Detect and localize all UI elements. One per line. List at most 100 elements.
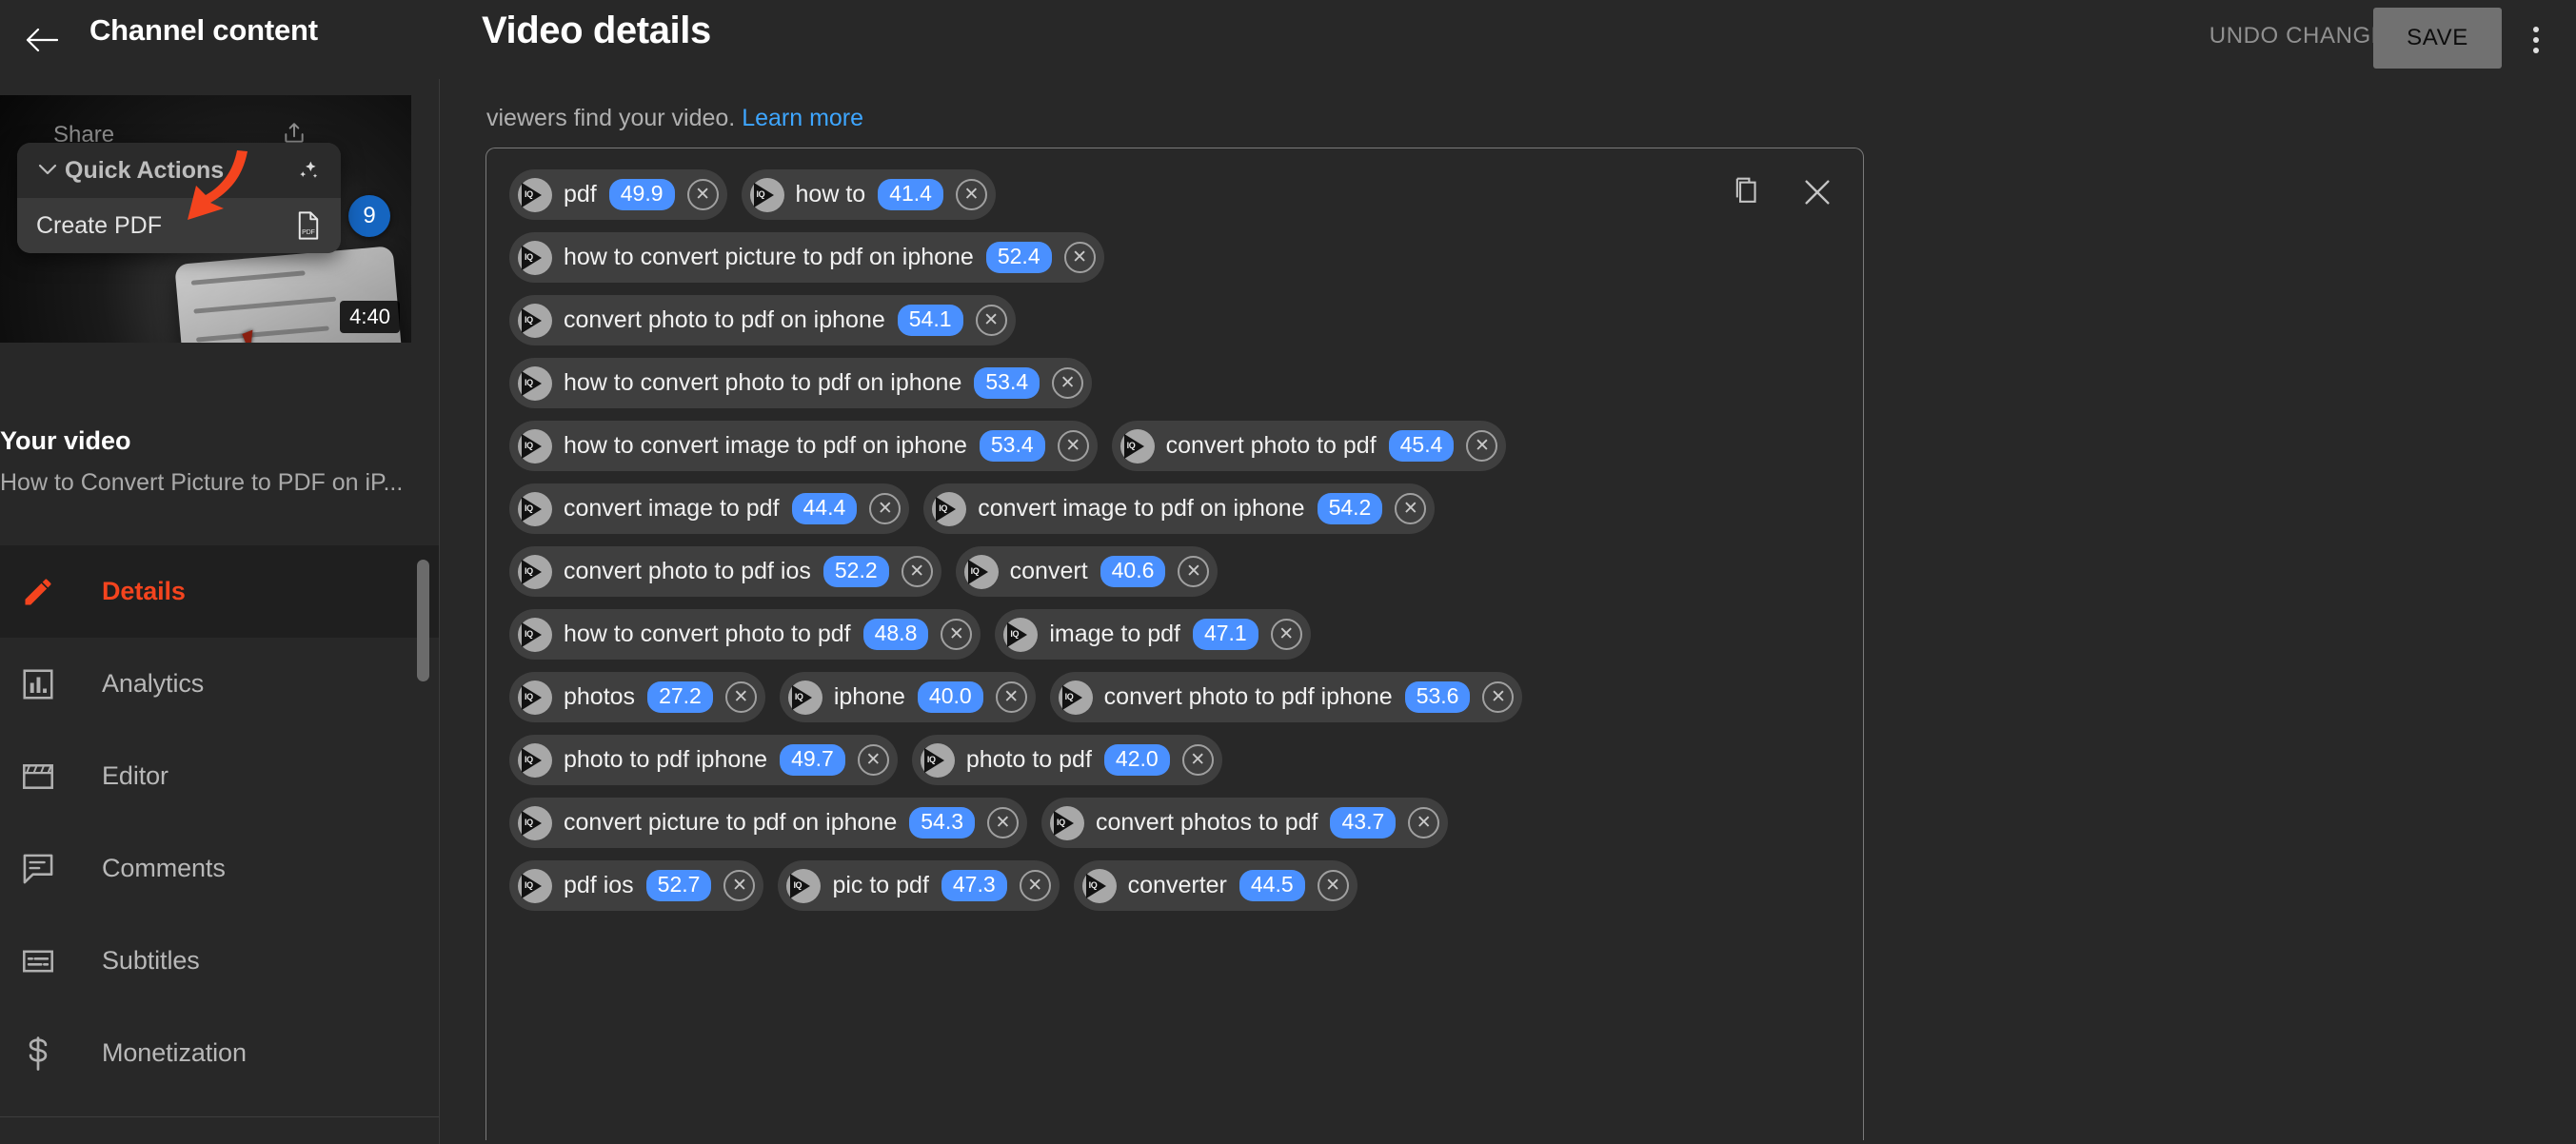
tag-chip[interactable]: IQ photo to pdf iphone 49.7 ✕ <box>509 735 898 785</box>
tag-score-badge: 43.7 <box>1330 807 1397 838</box>
keyword-score-icon: IQ <box>518 617 552 652</box>
tag-label: how to convert photo to pdf on iphone <box>564 369 962 396</box>
tag-score-badge: 44.5 <box>1238 870 1305 901</box>
remove-tag-icon[interactable]: ✕ <box>955 179 987 210</box>
sidebar-item-comments[interactable]: Comments <box>0 822 439 915</box>
tag-chip[interactable]: IQ pdf 49.9 ✕ <box>509 169 727 220</box>
clapperboard-icon <box>21 761 70 792</box>
tag-row: IQ convert picture to pdf on iphone 54.3 ✕ I… <box>509 798 1775 848</box>
tag-score-badge: 42.0 <box>1103 744 1170 776</box>
your-video-label: Your video <box>0 426 131 455</box>
tag-label: how to <box>795 181 866 207</box>
remove-tag-icon[interactable]: ✕ <box>1395 493 1427 524</box>
sidebar-item-details[interactable]: Details <box>0 545 439 638</box>
tag-chip[interactable]: IQ convert picture to pdf on iphone 54.3 ✕ <box>509 798 1027 848</box>
create-pdf-menu-item[interactable]: Create PDF PDF <box>17 198 341 253</box>
tag-chip[interactable]: IQ pic to pdf 47.3 ✕ <box>778 860 1060 911</box>
remove-tag-icon[interactable]: ✕ <box>1317 870 1349 901</box>
tag-chip[interactable]: IQ how to convert image to pdf on iphone 5… <box>509 421 1098 471</box>
tag-chip[interactable]: IQ photos 27.2 ✕ <box>509 672 765 722</box>
tag-chip[interactable]: IQ how to convert photo to pdf 48.8 ✕ <box>509 609 981 660</box>
remove-tag-icon[interactable]: ✕ <box>901 556 933 587</box>
remove-tag-icon[interactable]: ✕ <box>857 744 889 776</box>
keyword-score-icon: IQ <box>749 177 784 212</box>
sidebar-item-label: Editor <box>102 761 168 790</box>
remove-tag-icon[interactable]: ✕ <box>987 807 1019 838</box>
tag-label: convert photo to pdf iphone <box>1103 683 1393 710</box>
sidebar-item-subtitles[interactable]: Subtitles <box>0 915 439 1007</box>
tag-score-badge: 54.3 <box>909 807 975 838</box>
tag-label: convert photo to pdf on iphone <box>564 306 885 333</box>
keyword-score-icon: IQ <box>1003 617 1039 652</box>
remove-tag-icon[interactable]: ✕ <box>995 681 1027 713</box>
sidebar-scrollbar-thumb[interactable] <box>417 560 429 681</box>
tag-chip[interactable]: IQ pdf ios 52.7 ✕ <box>509 860 764 911</box>
tag-label: pdf <box>564 181 597 207</box>
tag-chip[interactable]: IQ how to 41.4 ✕ <box>741 169 996 220</box>
tag-chip[interactable]: IQ convert image to pdf on iphone 54.2 ✕ <box>923 483 1436 534</box>
remove-tag-icon[interactable]: ✕ <box>1052 367 1084 399</box>
kebab-dot <box>2533 48 2539 53</box>
kebab-dot <box>2533 37 2539 43</box>
tag-label: photos <box>564 683 636 710</box>
more-vertical-icon[interactable] <box>2515 19 2557 61</box>
quick-actions-popup: Quick Actions Create PDF PDF <box>17 143 341 253</box>
tag-score-badge: 48.8 <box>862 619 929 650</box>
remove-tag-icon[interactable]: ✕ <box>1408 807 1440 838</box>
sidebar-item-monetization[interactable]: Monetization <box>0 1007 439 1099</box>
remove-tag-icon[interactable]: ✕ <box>1019 870 1051 901</box>
remove-tag-icon[interactable]: ✕ <box>1181 744 1214 776</box>
learn-more-link[interactable]: Learn more <box>742 105 863 131</box>
sidebar-item-analytics[interactable]: Analytics <box>0 638 439 730</box>
remove-tag-icon[interactable]: ✕ <box>941 619 973 650</box>
tag-chip[interactable]: IQ convert photo to pdf iphone 53.6 ✕ <box>1049 672 1523 722</box>
remove-tag-icon[interactable]: ✕ <box>1063 242 1096 273</box>
sidebar-item-label: Analytics <box>102 669 205 698</box>
tag-chip[interactable]: IQ convert photo to pdf 45.4 ✕ <box>1111 421 1507 471</box>
sidebar-item-settings[interactable]: Settings <box>0 1134 439 1144</box>
remove-tag-icon[interactable]: ✕ <box>1466 430 1498 462</box>
remove-tag-icon[interactable]: ✕ <box>1270 619 1302 650</box>
bar-chart-icon <box>21 667 70 701</box>
tag-chip[interactable]: IQ convert photo to pdf ios 52.2 ✕ <box>509 546 941 597</box>
remove-tag-icon[interactable]: ✕ <box>1057 430 1089 462</box>
keyword-score-icon: IQ <box>1058 680 1093 715</box>
tag-chip[interactable]: IQ convert photo to pdf on iphone 54.1 ✕ <box>509 295 1016 345</box>
tag-label: convert image to pdf on iphone <box>978 495 1305 522</box>
tag-score-badge: 54.1 <box>897 305 963 336</box>
tag-chip[interactable]: IQ iphone 40.0 ✕ <box>779 672 1036 722</box>
tag-score-badge: 53.6 <box>1404 681 1471 713</box>
sidebar-divider <box>0 1116 439 1117</box>
tag-label: convert image to pdf <box>564 495 780 522</box>
remove-tag-icon[interactable]: ✕ <box>724 681 757 713</box>
remove-tag-icon[interactable]: ✕ <box>1178 556 1210 587</box>
tag-chip[interactable]: IQ convert photos to pdf 43.7 ✕ <box>1041 798 1449 848</box>
quick-actions-header[interactable]: Quick Actions <box>17 143 341 198</box>
sidebar-item-editor[interactable]: Editor <box>0 730 439 822</box>
keyword-score-icon: IQ <box>518 428 552 464</box>
tag-label: photo to pdf <box>965 746 1092 773</box>
keyword-score-icon: IQ <box>518 805 552 840</box>
tag-chip[interactable]: IQ convert image to pdf 44.4 ✕ <box>509 483 910 534</box>
tag-chip[interactable]: IQ how to convert picture to pdf on iphon… <box>509 232 1104 283</box>
remove-tag-icon[interactable]: ✕ <box>723 870 756 901</box>
video-title: How to Convert Picture to PDF on iP... <box>0 469 404 496</box>
tag-chip[interactable]: IQ convert 40.6 ✕ <box>955 546 1219 597</box>
remove-tag-icon[interactable]: ✕ <box>686 179 719 210</box>
tag-score-badge: 41.4 <box>878 179 943 210</box>
tag-chip[interactable]: IQ converter 44.5 ✕ <box>1073 860 1357 911</box>
keyword-score-icon: IQ <box>1120 428 1155 464</box>
save-button[interactable]: SAVE <box>2373 8 2502 69</box>
remove-tag-icon[interactable]: ✕ <box>1482 681 1515 713</box>
tag-chip[interactable]: IQ how to convert photo to pdf on iphone 5… <box>509 358 1093 408</box>
close-icon[interactable] <box>1798 173 1836 211</box>
back-arrow-icon[interactable] <box>21 19 63 61</box>
tag-chip[interactable]: IQ photo to pdf 42.0 ✕ <box>911 735 1222 785</box>
tag-label: photo to pdf iphone <box>564 746 768 773</box>
remove-tag-icon[interactable]: ✕ <box>975 305 1007 336</box>
remove-tag-icon[interactable]: ✕ <box>869 493 902 524</box>
thumbnail-line <box>190 270 306 286</box>
tag-score-badge: 53.4 <box>979 430 1045 462</box>
tags-description: viewers find your video. Learn more <box>486 105 863 132</box>
tag-chip[interactable]: IQ image to pdf 47.1 ✕ <box>995 609 1311 660</box>
